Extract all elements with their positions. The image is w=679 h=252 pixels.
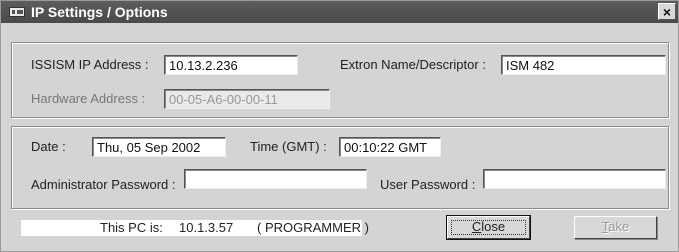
ip-address-label: ISSISM IP Address : <box>31 57 149 72</box>
admin-password-input[interactable] <box>184 169 367 189</box>
extron-name-input[interactable] <box>501 55 666 75</box>
status-ip: 10.1.3.57 <box>179 220 234 235</box>
app-icon <box>9 7 25 17</box>
take-button[interactable]: Take <box>574 216 657 239</box>
admin-password-label: Administrator Password : <box>31 177 176 192</box>
date-input[interactable] <box>92 137 226 157</box>
take-button-label: ake <box>608 219 630 234</box>
user-password-input[interactable] <box>483 169 666 189</box>
time-label: Time (GMT) : <box>250 139 327 154</box>
status-prefix: This PC is: <box>100 220 163 235</box>
pc-status-bar: This PC is: 10.1.3.57 ( PROGRAMMER ) <box>21 220 369 236</box>
hardware-address-input <box>164 89 330 109</box>
extron-name-label: Extron Name/Descriptor : <box>340 57 486 72</box>
ip-address-input[interactable] <box>164 55 298 75</box>
hardware-address-label: Hardware Address : <box>31 91 146 106</box>
time-input[interactable] <box>339 137 441 157</box>
close-button-focus-ring <box>451 220 526 235</box>
user-password-label: User Password : <box>380 177 476 192</box>
status-role: ( PROGRAMMER ) <box>257 220 369 235</box>
close-window-button[interactable]: × <box>658 3 676 20</box>
title-bar: IP Settings / Options × <box>1 1 678 23</box>
ip-settings-dialog: IP Settings / Options × ISSISM IP Addres… <box>0 0 679 252</box>
date-label: Date : <box>31 139 66 154</box>
close-button[interactable]: Close <box>446 215 531 240</box>
network-group <box>11 42 669 118</box>
window-title: IP Settings / Options <box>31 4 168 20</box>
